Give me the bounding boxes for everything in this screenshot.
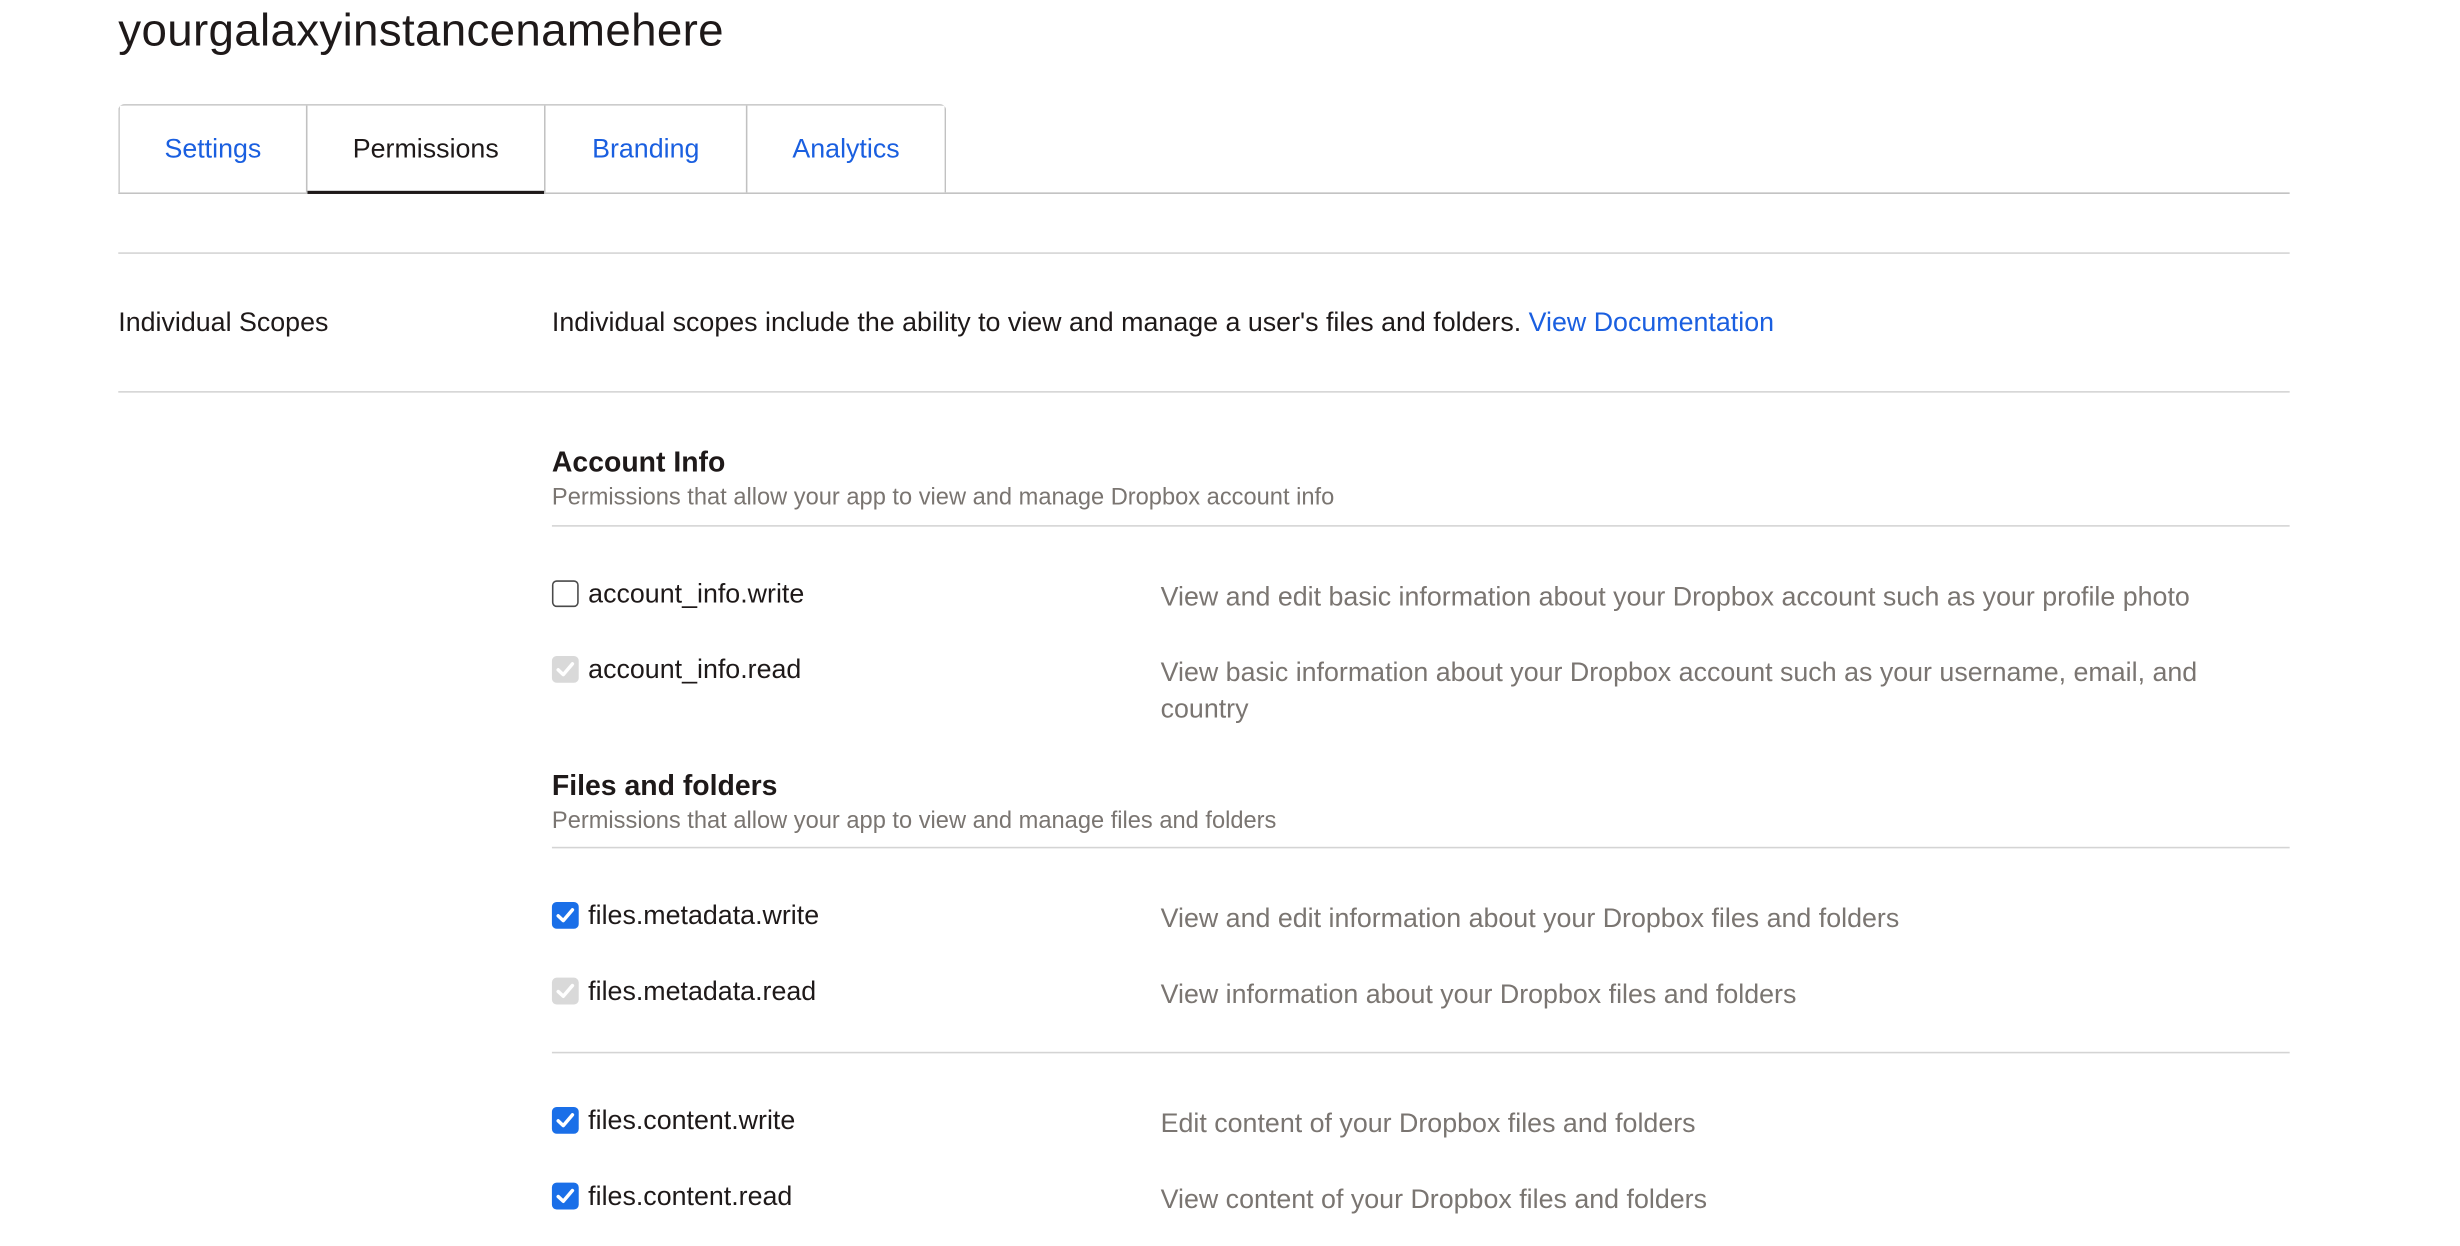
individual-scopes-description: Individual scopes include the ability to… [552,307,1774,339]
account-info-title: Account Info [551,446,726,478]
divider [118,391,2290,393]
divider [118,252,2290,254]
account-info-write-checkbox[interactable] [551,580,579,608]
tab-bar: Settings Permissions Branding Analytics [118,104,2290,194]
files-content-read-checkbox[interactable] [551,1182,579,1210]
permission-name: files.content.write [588,1105,796,1136]
files-metadata-write-checkbox[interactable] [551,901,579,929]
checkmark-icon [556,983,575,999]
tab-analytics[interactable]: Analytics [747,105,945,193]
account-info-read-checkbox [551,655,579,683]
tab-branding[interactable]: Branding [545,105,748,193]
permissions-page: yourgalaxyinstancenamehere Settings Perm… [0,0,2460,1246]
permission-description: Edit content of your Dropbox files and f… [1160,1108,1696,1139]
permission-description: View information about your Dropbox file… [1160,979,1797,1010]
section-divider [551,846,2290,849]
files-metadata-read-checkbox [551,977,579,1005]
app-title: yourgalaxyinstancenamehere [118,6,724,57]
permission-name: files.metadata.write [588,900,820,931]
permission-description: View and edit information about your Dro… [1160,903,1900,934]
permission-name: files.content.read [588,1181,793,1212]
checkmark-icon [556,662,575,677]
checkmark-icon [556,1188,575,1204]
permission-description: View and edit basic information about yo… [1160,581,2190,612]
files-content-write-checkbox[interactable] [551,1106,579,1134]
files-and-folders-subtitle: Permissions that allow your app to view … [551,807,1277,835]
section-divider [551,525,2290,527]
permission-name: account_info.read [588,654,802,685]
view-documentation-link[interactable]: View Documentation [1529,307,1774,337]
permission-name: files.metadata.read [588,976,817,1007]
individual-scopes-label: Individual Scopes [118,307,329,338]
permission-name: account_info.write [588,578,805,609]
section-divider [551,1051,2290,1054]
scopes-description-text: Individual scopes include the ability to… [551,307,1522,338]
checkmark-icon [556,908,575,923]
account-info-subtitle: Permissions that allow your app to view … [551,484,1335,511]
permission-description: View basic information about your Dropbo… [1160,657,2198,724]
tab-settings[interactable]: Settings [119,105,308,193]
tab-group: Settings Permissions Branding Analytics [118,104,947,194]
permission-description: View content of your Dropbox files and f… [1160,1184,1707,1215]
tab-permissions[interactable]: Permissions [307,105,546,194]
checkmark-icon [556,1113,575,1128]
files-and-folders-title: Files and folders [551,769,778,802]
